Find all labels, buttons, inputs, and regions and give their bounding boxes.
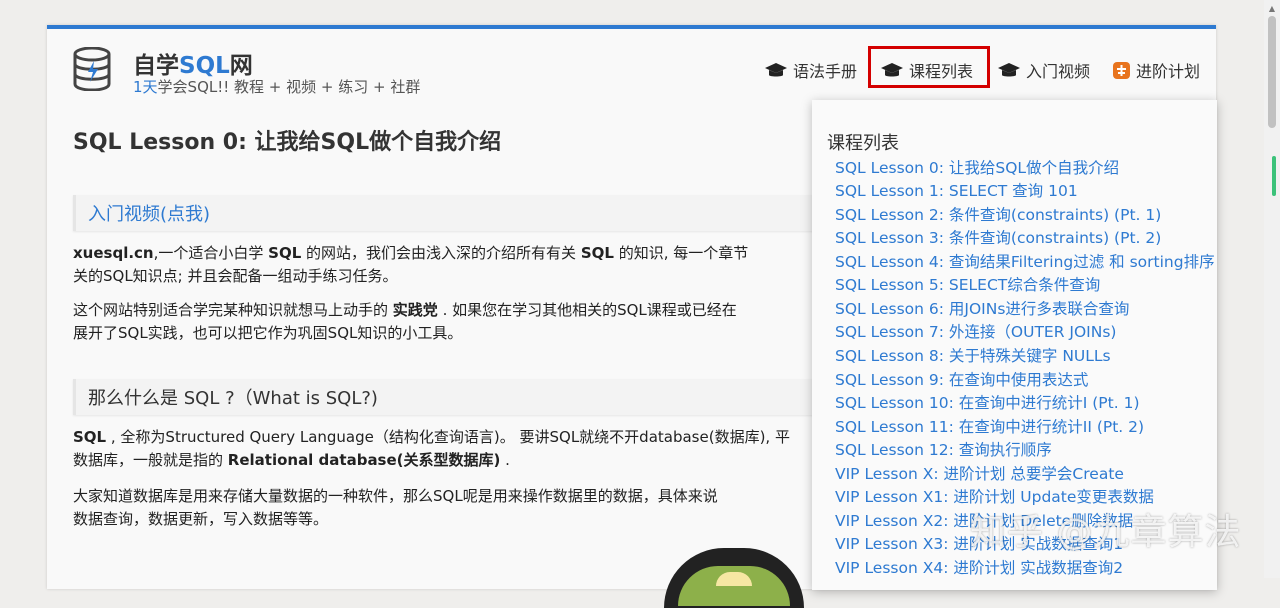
para-text: 数据查询，数据更新，写入数据等等。 — [73, 510, 329, 528]
scrollbar-thumb[interactable] — [1268, 16, 1276, 128]
nav-advanced-plan[interactable]: 进阶计划 — [1112, 59, 1200, 81]
para-text: 展开了SQL实践，也可以把它作为巩固SQL知识的小工具。 — [73, 324, 463, 342]
dropdown-course-link[interactable]: SQL Lesson 5: SELECT综合条件查询 — [835, 273, 1100, 295]
dropdown-course-link[interactable]: SQL Lesson 4: 查询结果Filtering过滤 和 sorting排… — [835, 250, 1215, 272]
zhihu-watermark: 知乎 @九章算法 — [970, 512, 1242, 553]
para-text: , 全称为Structured Query Language（结构化查询语言)。… — [106, 428, 790, 446]
para-bold: Relational database(关系型数据库) — [227, 451, 501, 469]
dropdown-course-link[interactable]: VIP Lesson X4: 进阶计划 实战数据查询2 — [835, 556, 1123, 578]
para-bold: 实践党 — [392, 301, 438, 319]
site-domain: xuesql.cn — [73, 244, 154, 262]
dropdown-course-link[interactable]: SQL Lesson 11: 在查询中进行统计II (Pt. 2) — [835, 415, 1144, 437]
para-text: 的网站，我们会由浅入深的介绍所有有关 — [301, 244, 581, 262]
plan-badge-icon — [1113, 61, 1130, 79]
nav-intro-video[interactable]: 入门视频 — [997, 59, 1090, 81]
dropdown-course-link[interactable]: SQL Lesson 6: 用JOINs进行多表联合查询 — [835, 297, 1129, 319]
dropdown-course-link[interactable]: SQL Lesson 2: 条件查询(constraints) (Pt. 1) — [835, 203, 1161, 225]
para-bold: SQL — [268, 244, 302, 262]
sql-paragraph-1: SQL , 全称为Structured Query Language（结构化查询… — [73, 426, 833, 472]
graduation-cap-icon — [998, 63, 1020, 77]
para-text: 大家知道数据库是用来存储大量数据的一种软件，那么SQL呢是用来操作数据里的数据，… — [73, 487, 718, 505]
nav-label: 语法手册 — [793, 62, 858, 81]
tagline-text: 学会SQL!! 教程 + 视频 + 练习 + 社群 — [157, 78, 421, 96]
nav-label: 进阶计划 — [1136, 62, 1201, 81]
scroll-indicator — [1272, 156, 1276, 196]
intro-paragraph-2: 这个网站特别适合学完某种知识就想马上动手的 实践党 . 如果您在学习其他相关的S… — [73, 299, 833, 345]
dropdown-course-link[interactable]: SQL Lesson 1: SELECT 查询 101 — [835, 179, 1078, 201]
para-text: . — [500, 451, 510, 469]
para-bold: SQL — [580, 244, 614, 262]
para-text: 的知识, 每一个章节 — [613, 244, 749, 262]
dropdown-course-link[interactable]: VIP Lesson X: 进阶计划 总要学会Create — [835, 462, 1124, 484]
nav-highlight-box — [868, 46, 990, 88]
para-text: 关的SQL知识点; 并且会配备一组动手练习任务。 — [73, 267, 398, 285]
intro-paragraph-1: xuesql.cn,一个适合小白学 SQL 的网站，我们会由浅入深的介绍所有有关… — [73, 242, 833, 288]
graduation-cap-icon — [765, 63, 787, 77]
site-brand[interactable]: 自学SQL网 — [133, 46, 253, 80]
nav-grammar-manual[interactable]: 语法手册 — [764, 59, 857, 81]
site-tagline: 1天学会SQL!! 教程 + 视频 + 练习 + 社群 — [133, 76, 420, 97]
page-title: SQL Lesson 0: 让我给SQL做个自我介绍 — [73, 130, 502, 155]
section-heading-what-is-sql: 那么什么是 SQL ?（What is SQL?) — [73, 379, 833, 415]
dropdown-course-link[interactable]: SQL Lesson 3: 条件查询(constraints) (Pt. 2) — [835, 226, 1161, 248]
para-text: ,一个适合小白学 — [153, 244, 269, 262]
dropdown-course-link[interactable]: SQL Lesson 8: 关于特殊关键字 NULLs — [835, 344, 1111, 366]
dropdown-course-link[interactable]: SQL Lesson 9: 在查询中使用表达式 — [835, 368, 1088, 390]
para-bold: SQL — [73, 428, 107, 446]
sql-paragraph-2: 大家知道数据库是用来存储大量数据的一种软件，那么SQL呢是用来操作数据里的数据，… — [73, 485, 833, 531]
scroll-up-arrow-icon[interactable]: ▲ — [1267, 4, 1277, 14]
tagline-accent: 1天 — [133, 78, 158, 96]
para-text: . 如果您在学习其他相关的SQL课程或已经在 — [437, 301, 737, 319]
dropdown-course-link[interactable]: SQL Lesson 0: 让我给SQL做个自我介绍 — [835, 156, 1119, 178]
dropdown-title: 课程列表 — [827, 133, 899, 154]
nav-label: 入门视频 — [1026, 62, 1091, 81]
dropdown-course-link[interactable]: SQL Lesson 7: 外连接（OUTER JOINs) — [835, 320, 1116, 342]
para-text: 这个网站特别适合学完某种知识就想马上动手的 — [73, 301, 393, 319]
database-logo-icon[interactable] — [72, 47, 112, 91]
para-text: 数据库，一般就是指的 — [73, 451, 228, 469]
dropdown-course-link[interactable]: SQL Lesson 10: 在查询中进行统计I (Pt. 1) — [835, 391, 1140, 413]
dropdown-course-link[interactable]: SQL Lesson 12: 查询执行顺序 — [835, 438, 1052, 460]
intro-video-link[interactable]: 入门视频(点我) — [73, 195, 833, 231]
